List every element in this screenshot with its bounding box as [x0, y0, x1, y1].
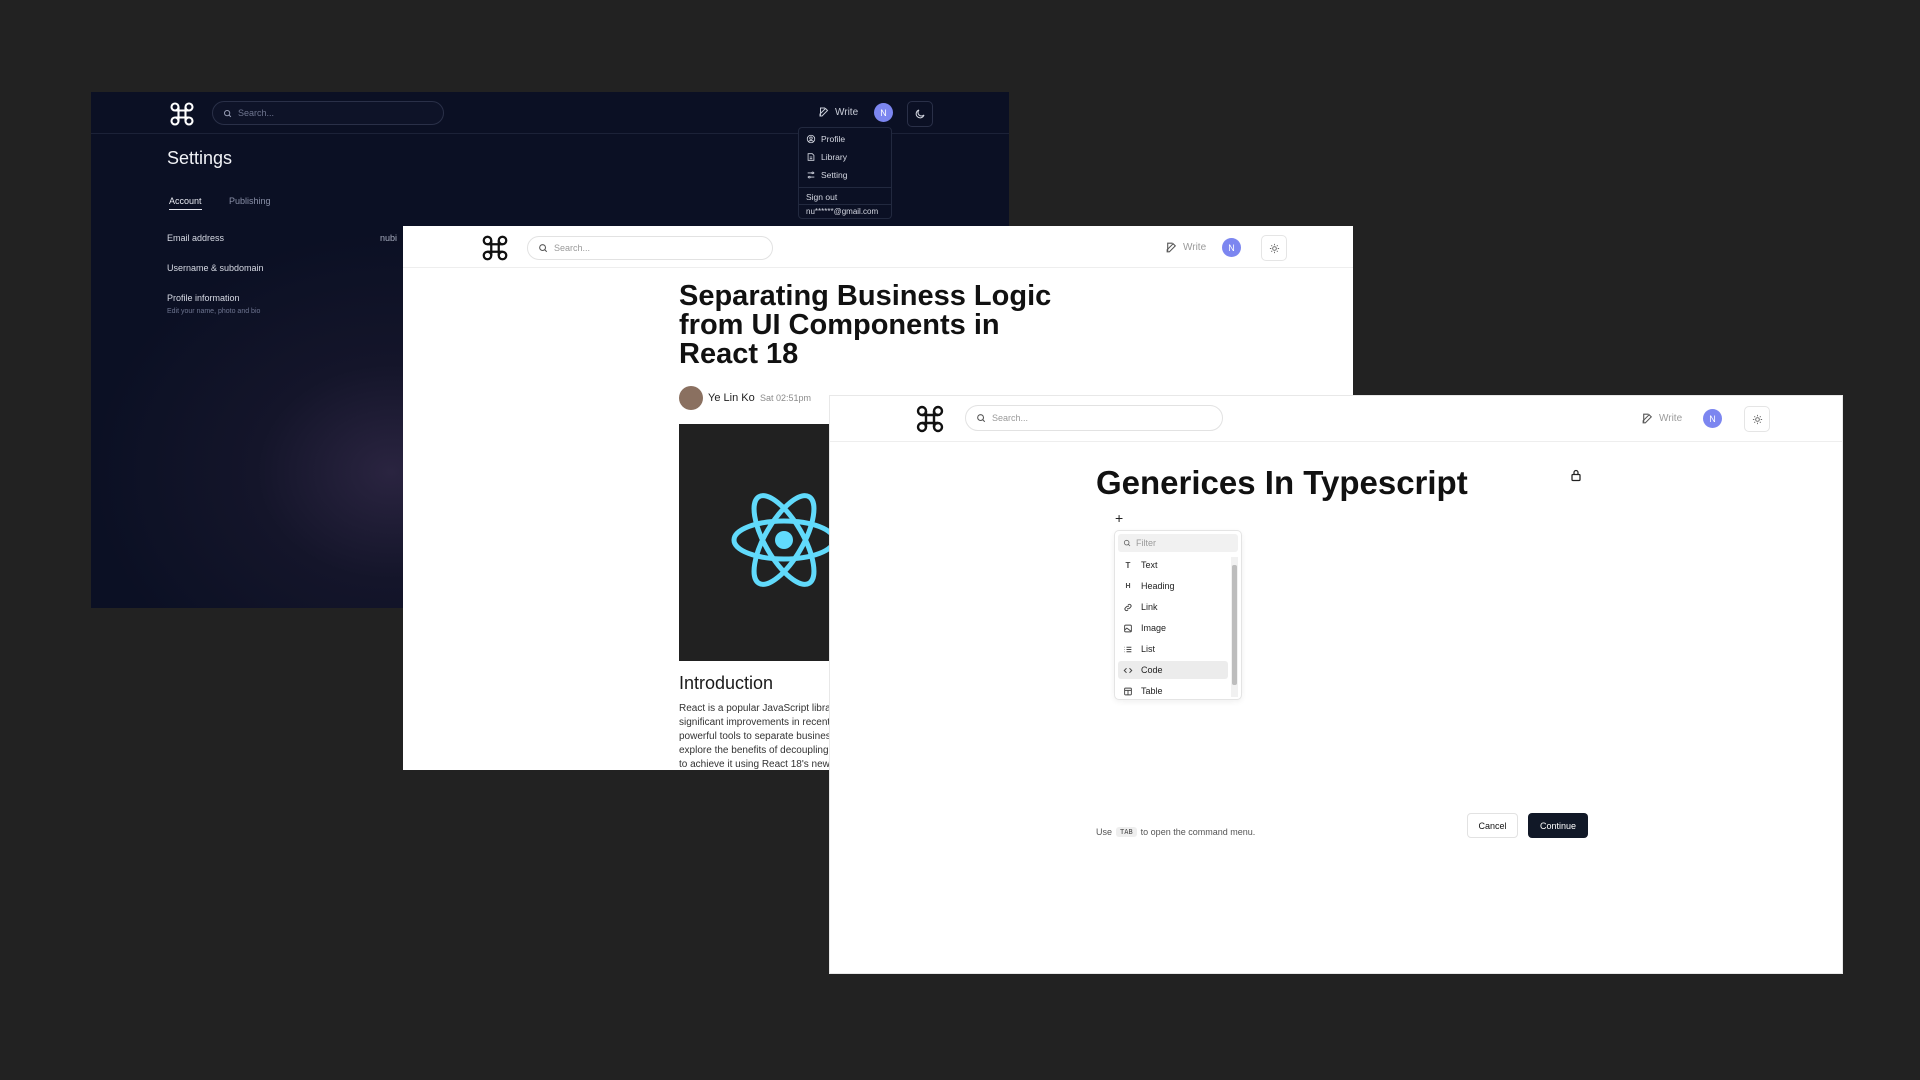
- search-placeholder: Search...: [238, 108, 275, 118]
- profile-information-label[interactable]: Profile information: [167, 293, 240, 303]
- command-logo-icon[interactable]: [168, 100, 196, 128]
- command-logo-icon[interactable]: [914, 403, 946, 435]
- heading-icon: H: [1125, 582, 1131, 590]
- search-icon: [977, 414, 986, 423]
- command-item-heading[interactable]: H Heading: [1118, 577, 1228, 595]
- tab-publishing[interactable]: Publishing: [229, 196, 271, 206]
- scrollbar-thumb[interactable]: [1232, 565, 1237, 685]
- menu-item-profile[interactable]: Profile: [806, 134, 845, 144]
- search-placeholder: Search...: [554, 243, 591, 253]
- tab-key-badge: TAB: [1116, 827, 1137, 837]
- search-icon: [224, 109, 232, 117]
- author-avatar[interactable]: [679, 386, 703, 410]
- search-input[interactable]: Search...: [965, 405, 1223, 431]
- edit-icon: [819, 107, 829, 117]
- sun-icon: [1752, 414, 1762, 424]
- user-avatar[interactable]: N: [1703, 409, 1722, 428]
- search-input[interactable]: Search...: [212, 101, 444, 125]
- add-block-button[interactable]: +: [1115, 510, 1123, 526]
- text-icon: T: [1125, 560, 1131, 570]
- cancel-button[interactable]: Cancel: [1467, 813, 1518, 838]
- command-item-image[interactable]: Image: [1118, 619, 1228, 637]
- command-menu: Filter T Text H Heading Link Image List …: [1114, 530, 1242, 700]
- post-title-input[interactable]: Generices In Typescript: [1096, 464, 1468, 502]
- menu-item-setting[interactable]: Setting: [806, 170, 847, 180]
- menu-item-label: Setting: [821, 170, 848, 180]
- command-hint: Use TAB to open the command menu.: [1096, 827, 1255, 837]
- search-icon: [539, 244, 548, 253]
- page-title: Settings: [167, 148, 233, 168]
- command-item-label: Image: [1141, 623, 1167, 633]
- article-title: Separating Business Logic from UI Compon…: [679, 280, 1052, 370]
- command-item-text[interactable]: T Text: [1118, 556, 1228, 574]
- command-item-label: List: [1141, 644, 1156, 654]
- email-address-label[interactable]: Email address: [167, 233, 224, 243]
- article-header: Search... Write N: [403, 226, 1353, 268]
- command-item-label: Heading: [1141, 581, 1175, 591]
- lock-icon[interactable]: [1570, 469, 1582, 482]
- hint-prefix: Use: [1096, 827, 1113, 837]
- code-icon: [1123, 667, 1133, 673]
- edit-icon: [1166, 242, 1177, 253]
- account-email: nu******@gmail.com: [806, 207, 879, 216]
- sun-icon: [1269, 243, 1279, 253]
- sliders-icon: [807, 171, 815, 179]
- write-label: Write: [835, 106, 859, 118]
- command-item-label: Text: [1141, 560, 1158, 570]
- table-icon: [1124, 687, 1132, 695]
- command-item-label: Table: [1141, 686, 1163, 696]
- email-address-value: nubi: [380, 233, 398, 243]
- search-icon: [1123, 539, 1131, 547]
- profile-information-sub: Edit your name, photo and bio: [167, 308, 261, 315]
- write-button[interactable]: Write: [1641, 412, 1682, 425]
- editor-window: Search... Write N Generices In Typescrip…: [830, 396, 1842, 973]
- command-item-table[interactable]: Table: [1118, 682, 1228, 699]
- tab-account[interactable]: Account: [169, 196, 202, 210]
- light-mode-toggle[interactable]: [1261, 235, 1287, 261]
- sign-out-item[interactable]: Sign out: [806, 192, 837, 202]
- user-dropdown-menu: Profile Library Setting Sign out nu*****…: [798, 127, 892, 219]
- menu-divider: [799, 204, 891, 205]
- search-placeholder: Search...: [992, 413, 1029, 423]
- user-circle-icon: [806, 134, 816, 144]
- filter-input[interactable]: Filter: [1118, 534, 1238, 552]
- command-item-code[interactable]: Code: [1118, 661, 1228, 679]
- image-icon: [1124, 624, 1132, 632]
- hint-suffix: to open the command menu.: [1140, 827, 1256, 837]
- command-logo-icon[interactable]: [480, 233, 510, 263]
- command-item-label: Code: [1141, 665, 1163, 675]
- list-icon: [1124, 646, 1132, 652]
- search-input[interactable]: Search...: [527, 236, 773, 260]
- write-button[interactable]: Write: [818, 106, 858, 118]
- publish-time: Sat 02:51pm: [760, 393, 812, 403]
- menu-divider: [799, 187, 891, 188]
- edit-icon: [1642, 413, 1653, 424]
- user-avatar[interactable]: N: [1222, 238, 1241, 257]
- continue-button[interactable]: Continue: [1528, 813, 1588, 838]
- section-heading: Introduction: [679, 673, 774, 693]
- command-item-link[interactable]: Link: [1118, 598, 1228, 616]
- link-icon: [1124, 603, 1132, 611]
- react-logo-icon: [731, 493, 837, 587]
- author-name[interactable]: Ye Lin Ko: [708, 392, 755, 404]
- menu-item-label: Profile: [821, 134, 846, 144]
- write-button[interactable]: Write: [1165, 241, 1206, 254]
- filter-placeholder: Filter: [1136, 538, 1156, 548]
- username-subdomain-label[interactable]: Username & subdomain: [167, 263, 264, 273]
- menu-item-label: Library: [821, 152, 847, 162]
- dark-mode-toggle[interactable]: [907, 101, 933, 127]
- editor-header: Search... Write N: [830, 396, 1842, 442]
- write-label: Write: [1659, 413, 1683, 424]
- write-label: Write: [1183, 242, 1207, 253]
- moon-icon: [915, 109, 925, 119]
- command-item-label: Link: [1141, 602, 1158, 612]
- command-item-list[interactable]: List: [1118, 640, 1228, 658]
- book-icon: [807, 153, 815, 161]
- light-mode-toggle[interactable]: [1744, 406, 1770, 432]
- article-body: React is a popular JavaScript librar sig…: [679, 703, 836, 770]
- user-avatar[interactable]: N: [874, 103, 893, 122]
- menu-item-library[interactable]: Library: [806, 152, 847, 162]
